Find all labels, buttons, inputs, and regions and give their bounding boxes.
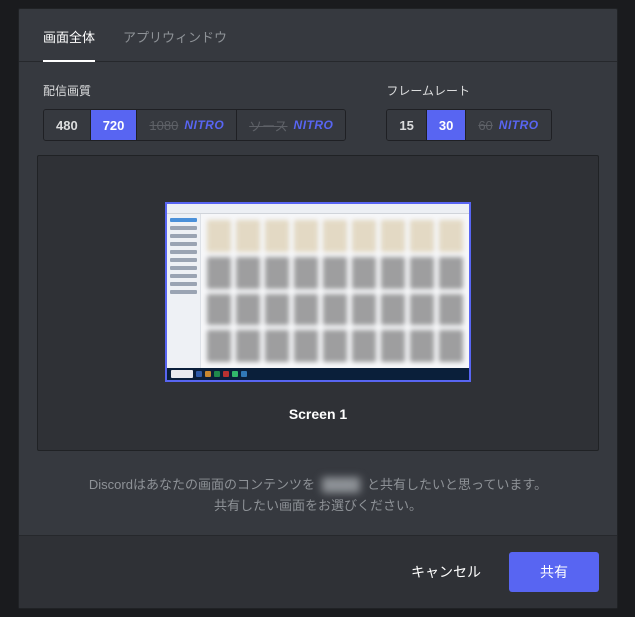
share-button[interactable]: 共有	[509, 552, 599, 592]
source-tabs: 画面全体 アプリウィンドウ	[19, 9, 617, 62]
quality-480[interactable]: 480	[44, 110, 91, 140]
framerate-label: フレームレート	[386, 82, 551, 99]
quality-group: 配信画質 480 720 1080 NITRO ソース NITRO	[43, 82, 346, 141]
framerate-segmented: 15 30 60 NITRO	[386, 109, 551, 141]
share-hint: Discordはあなたの画面のコンテンツを ████ と共有したいと思っています…	[19, 465, 617, 535]
cancel-button[interactable]: キャンセル	[391, 552, 501, 592]
screen-1-label: Screen 1	[289, 406, 347, 422]
quality-label: 配信画質	[43, 82, 346, 99]
fps-15[interactable]: 15	[387, 110, 426, 140]
nitro-badge: NITRO	[184, 118, 224, 132]
screen-share-modal: 画面全体 アプリウィンドウ 配信画質 480 720 1080 NITRO ソー…	[18, 8, 618, 609]
tab-entire-screen[interactable]: 画面全体	[43, 27, 95, 62]
nitro-badge: NITRO	[294, 118, 334, 132]
share-target-redacted: ████	[319, 477, 364, 492]
stream-settings: 配信画質 480 720 1080 NITRO ソース NITRO フレームレー…	[19, 62, 617, 155]
tab-app-window[interactable]: アプリウィンドウ	[123, 27, 227, 61]
fps-30[interactable]: 30	[427, 110, 466, 140]
screen-1-thumbnail[interactable]	[165, 202, 471, 382]
quality-1080[interactable]: 1080 NITRO	[137, 110, 237, 140]
framerate-group: フレームレート 15 30 60 NITRO	[386, 82, 551, 141]
nitro-badge: NITRO	[499, 118, 539, 132]
modal-footer: キャンセル 共有	[19, 535, 617, 608]
quality-source[interactable]: ソース NITRO	[237, 110, 345, 140]
fps-60[interactable]: 60 NITRO	[466, 110, 550, 140]
screen-preview-area: Screen 1	[37, 155, 599, 451]
quality-segmented: 480 720 1080 NITRO ソース NITRO	[43, 109, 346, 141]
quality-720[interactable]: 720	[91, 110, 138, 140]
